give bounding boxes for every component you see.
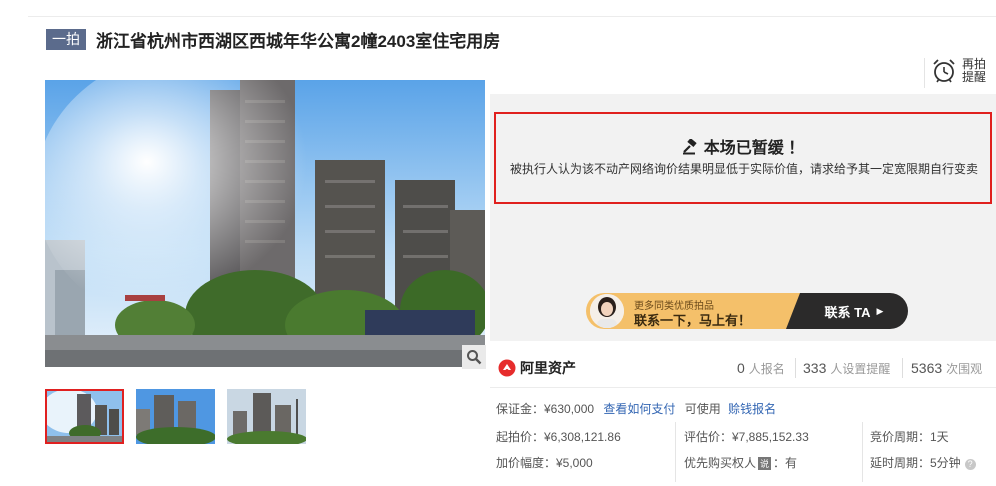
delay-cycle-row: 延时周期：5分钟? [870,454,976,471]
signup-stat: 0 人报名 [737,360,785,377]
delay-cycle: 延时周期：5分钟 [870,456,961,470]
stat-divider [795,358,796,378]
column-divider [675,422,676,482]
reauction-reminder-button[interactable]: 再拍提醒 [932,58,988,84]
view-label: 次围观 [946,362,983,376]
suspension-notice: 本场已暂缓 ！ 被执行人认为该不动产网络询价结果明显低于实际价值，请求给予其一定… [494,112,992,204]
bid-cycle: 竞价周期：1天 [870,430,949,444]
remind-divider [924,58,925,88]
column-divider [862,422,863,482]
auction-round-badge: 一拍 [46,28,86,50]
reminder-stat: 333 人设置提醒 [803,360,890,377]
how-to-pay-link[interactable]: 查看如何支付 [603,402,675,416]
view-count: 5363 [911,360,943,376]
stat-divider [902,358,903,378]
priority-info-tag[interactable]: 说 [758,457,772,470]
reminder-count: 333 [803,360,827,376]
deposit-row: 保证金：¥630,000 查看如何支付 可使用 赊钱报名 [496,400,776,417]
notice-title: 本场已暂缓 ！ [703,140,805,157]
ali-assets-logo: 阿里资产 [498,358,576,378]
deposit-amount: 保证金：¥630,000 [496,402,595,416]
contact-ta-label: 联系 TA [824,304,871,320]
help-icon[interactable]: ? [964,459,976,470]
gavel-icon [682,138,698,160]
ali-assets-icon [498,359,516,377]
agent-avatar [590,294,624,328]
priority-buyer-value: ：有 [773,456,798,470]
signup-label: 人报名 [748,362,785,376]
contact-banner[interactable]: 更多同类优质拍品 联系一下，马上有！ 联系 TA ▶ [586,293,908,329]
notice-body: 被执行人认为该不动产网络询价结果明显低于实际价值，请求给予其一定宽限期自行变卖 [510,162,979,176]
view-stat: 5363 次围观 [911,360,982,377]
zoom-button[interactable] [462,345,486,369]
auction-page: 一拍 浙江省杭州市西湖区西城年华公寓2幢2403室住宅用房 再拍提醒 本场已暂缓… [0,0,996,486]
stats-bar: 阿里资产 0 人报名 333 人设置提醒 5363 次围观 [490,346,996,388]
title-row: 一拍 浙江省杭州市西湖区西城年华公寓2幢2403室住宅用房 [46,28,501,51]
credit-signup-link[interactable]: 赊钱报名 [728,402,776,416]
reminder-label: 再拍提醒 [962,57,987,84]
alarm-clock-icon [933,59,955,83]
thumbnail-1[interactable] [45,389,124,444]
top-divider [28,16,996,17]
usable-text: 可使用 [684,402,721,416]
thumbnail-strip [45,389,318,444]
caret-right-icon: ▶ [876,305,884,316]
bid-increment: 加价幅度：¥5,000 [496,456,593,470]
start-price: 起拍价：¥6,308,121.86 [496,430,621,444]
brand-name: 阿里资产 [520,360,576,376]
banner-promo: 更多同类优质拍品 联系一下，马上有！ [586,293,800,329]
thumbnail-3[interactable] [227,389,306,444]
banner-headline: 联系一下，马上有！ [634,313,752,328]
contact-ta-button[interactable]: 联系 TA ▶ [786,293,908,329]
priority-buyer-label: 优先购买权人 [684,456,757,470]
reminder-stat-label: 人设置提醒 [830,362,891,376]
signup-count: 0 [737,360,745,376]
notice-heading: 本场已暂缓 ！ [496,134,990,160]
page-title: 浙江省杭州市西湖区西城年华公寓2幢2403室住宅用房 [96,31,501,51]
main-property-photo[interactable] [45,80,485,367]
appraisal-price: 评估价：¥7,885,152.33 [684,430,809,444]
thumbnail-2[interactable] [136,389,215,444]
priority-buyer-row: 优先购买权人说：有 [684,454,797,471]
magnifier-icon [467,350,482,365]
